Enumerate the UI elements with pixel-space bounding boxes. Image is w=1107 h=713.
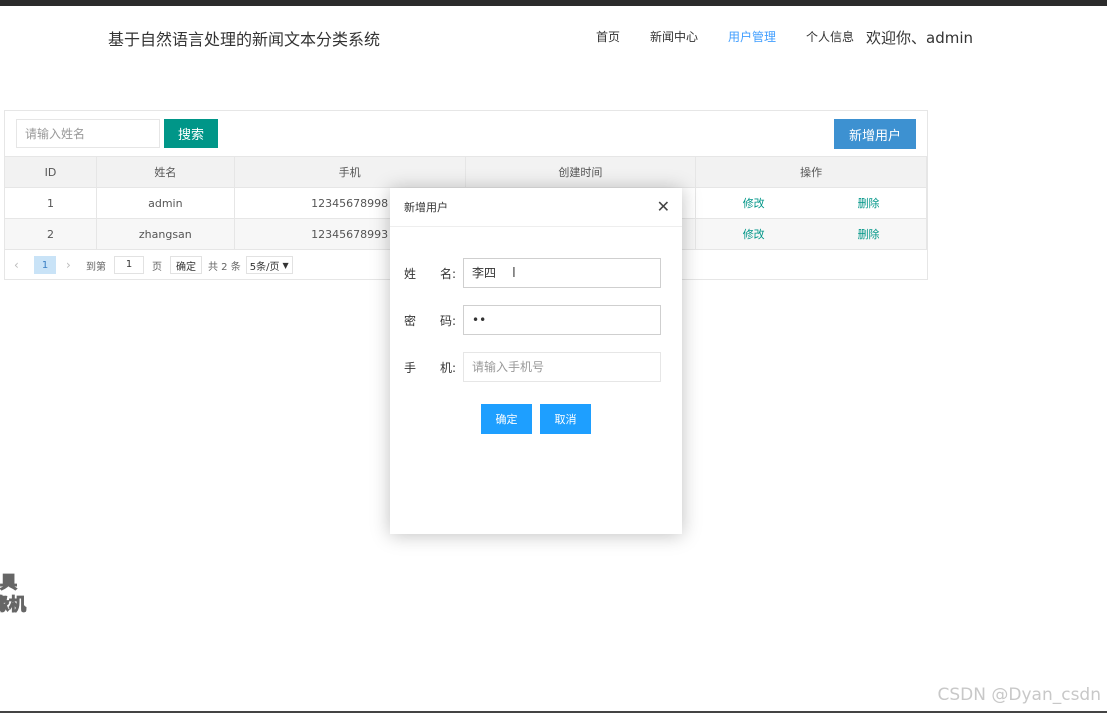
cell-name: zhangsan — [95, 218, 235, 250]
nav-home[interactable]: 首页 — [596, 28, 620, 45]
password-row: 密码: •• — [390, 305, 682, 335]
chevron-down-icon: ▼ — [282, 260, 289, 270]
edit-link[interactable]: 修改 — [743, 195, 765, 211]
add-user-button[interactable]: 新增用户 — [834, 119, 916, 149]
total-count: 共 2 条 — [208, 261, 241, 273]
cell-actions: 修改 删除 — [695, 187, 927, 219]
edit-link[interactable]: 修改 — [743, 226, 765, 242]
add-user-dialog: 新增用户 ✕ 姓名: 李四 I 密码: •• 手机: 确定 取消 — [390, 188, 682, 534]
goto-page-input[interactable]: 1 — [114, 256, 144, 274]
phone-field[interactable] — [463, 352, 661, 382]
search-input[interactable] — [16, 119, 160, 148]
welcome-text: 欢迎你、admin — [866, 29, 973, 47]
main-nav: 首页 新闻中心 用户管理 个人信息 — [596, 28, 884, 45]
close-icon[interactable]: ✕ — [657, 198, 670, 216]
chevron-left-icon[interactable]: ‹ — [14, 258, 26, 272]
cell-id: 1 — [4, 187, 97, 219]
table-header-row: ID 姓名 手机 创建时间 操作 — [4, 156, 927, 188]
confirm-button[interactable]: 确定 — [481, 404, 532, 434]
pagination: ‹ 1 › 到第 1 页 确定 共 2 条 5条/页 ▼ — [14, 256, 293, 274]
column-header-id[interactable]: ID — [4, 156, 97, 188]
text-cursor-icon: I — [512, 266, 516, 281]
chevron-right-icon[interactable]: › — [66, 258, 78, 272]
page-size-select[interactable]: 5条/页 ▼ — [245, 256, 293, 274]
dialog-header: 新增用户 ✕ — [390, 188, 682, 227]
cancel-button[interactable]: 取消 — [540, 404, 591, 434]
nav-user-management[interactable]: 用户管理 — [728, 28, 776, 45]
app-title: 基于自然语言处理的新闻文本分类系统 — [108, 30, 381, 49]
phone-label: 手机: — [404, 361, 457, 375]
name-field[interactable]: 李四 — [463, 258, 661, 288]
cell-name: admin — [95, 187, 235, 219]
goto-label: 到第 — [86, 261, 106, 273]
search-button[interactable]: 搜索 — [164, 119, 218, 148]
password-label: 密码: — [404, 314, 457, 328]
column-header-created[interactable]: 创建时间 — [464, 156, 697, 188]
name-label: 姓名: — [404, 267, 457, 281]
dialog-title: 新增用户 — [404, 201, 448, 214]
overlay-caption: 具 缘机 — [0, 573, 27, 616]
window-top-bar — [0, 0, 1107, 6]
name-row: 姓名: 李四 I — [390, 258, 682, 288]
delete-link[interactable]: 删除 — [858, 195, 880, 211]
column-header-actions: 操作 — [695, 156, 927, 188]
page-suffix-label: 页 — [152, 261, 162, 273]
nav-profile[interactable]: 个人信息 — [806, 28, 854, 45]
goto-confirm-button[interactable]: 确定 — [170, 256, 202, 274]
delete-link[interactable]: 删除 — [858, 226, 880, 242]
cell-id: 2 — [4, 218, 97, 250]
column-header-phone[interactable]: 手机 — [233, 156, 466, 188]
page-number-current[interactable]: 1 — [34, 256, 56, 274]
password-field[interactable]: •• — [463, 305, 661, 335]
cell-actions: 修改 删除 — [695, 218, 927, 250]
watermark: CSDN @Dyan_csdn — [937, 685, 1101, 705]
nav-news-center[interactable]: 新闻中心 — [650, 28, 698, 45]
phone-row: 手机: — [390, 352, 682, 382]
column-header-name[interactable]: 姓名 — [95, 156, 235, 188]
page-size-value: 5条/页 — [249, 261, 280, 273]
